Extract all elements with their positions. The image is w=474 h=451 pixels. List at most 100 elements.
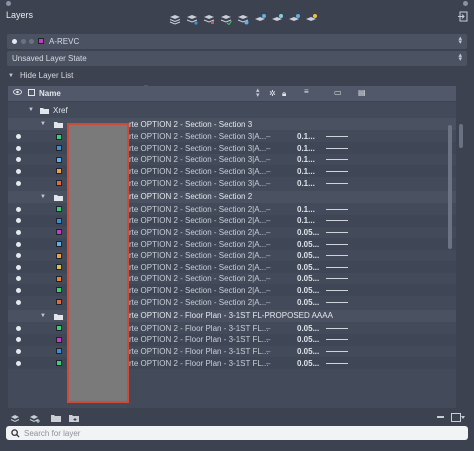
linetype-preview[interactable] [326, 220, 348, 222]
delete-layer-icon[interactable] [202, 12, 215, 25]
freeze-state-dash[interactable]: – [266, 167, 270, 176]
layer-match-icon[interactable] [287, 12, 300, 25]
bulb-on-icon[interactable] [16, 145, 21, 151]
layer-lineweight[interactable]: 0.1... [297, 205, 315, 214]
bulb-on-icon[interactable] [16, 348, 21, 354]
collapse-minus-icon[interactable] [437, 416, 444, 418]
linetype-preview[interactable] [326, 266, 348, 268]
layer-lineweight[interactable]: 0.05... [297, 228, 319, 237]
freeze-state-dash[interactable]: – [266, 347, 270, 356]
bulb-on-icon[interactable] [16, 337, 21, 343]
bulb-on-icon[interactable] [16, 253, 21, 259]
linetype-preview[interactable] [326, 278, 348, 280]
layer-color-swatch[interactable] [56, 336, 62, 343]
layer-lineweight[interactable]: 0.05... [297, 240, 319, 249]
linetype-preview[interactable] [326, 159, 348, 161]
name-column-header[interactable]: Name [39, 89, 61, 98]
bulb-on-icon[interactable] [16, 229, 21, 235]
layer-walk-icon[interactable] [236, 12, 249, 25]
linetype-preview[interactable] [326, 362, 348, 364]
bulb-on-icon[interactable] [16, 276, 21, 282]
layer-color-swatch[interactable] [56, 264, 62, 271]
bulb-on-icon[interactable] [16, 287, 21, 293]
linetype-preview[interactable] [326, 147, 348, 149]
freeze-state-dash[interactable]: – [266, 179, 270, 188]
linetype-preview[interactable] [326, 243, 348, 245]
bulb-on-icon[interactable] [16, 218, 21, 224]
set-current-icon[interactable] [219, 12, 232, 25]
layer-state-select[interactable]: Unsaved Layer State ▴ ▾ [7, 51, 467, 66]
new-layer-icon[interactable] [168, 12, 181, 25]
new-layer-vp-frozen-icon[interactable] [185, 12, 198, 25]
freeze-state-dash[interactable]: – [266, 228, 270, 237]
freeze-state-dash[interactable]: – [266, 359, 270, 368]
layer-lineweight[interactable]: 0.05... [297, 324, 319, 333]
hide-layer-list-toggle[interactable]: ▼ Hide Layer List [8, 71, 73, 80]
freeze-state-dash[interactable]: – [266, 263, 270, 272]
layer-group-filter-icon[interactable] [10, 413, 20, 425]
layer-isolate-icon[interactable] [253, 12, 266, 25]
linetype-preview[interactable] [326, 327, 348, 329]
linetype-preview[interactable] [326, 255, 348, 257]
panel-scrollbar[interactable] [459, 124, 463, 148]
layer-color-swatch[interactable] [56, 348, 62, 355]
panel-menu-icon[interactable] [451, 413, 465, 424]
freeze-column-sun-icon[interactable]: ✲ [269, 89, 276, 98]
linetype-preview[interactable] [326, 231, 348, 233]
bulb-on-icon[interactable] [16, 168, 21, 174]
freeze-state-dash[interactable]: – [266, 286, 270, 295]
list-scrollbar[interactable] [448, 125, 452, 249]
freeze-state-dash[interactable]: – [266, 132, 270, 141]
layer-lineweight[interactable]: 0.1... [297, 132, 315, 141]
layer-lineweight[interactable]: 0.1... [297, 179, 315, 188]
bulb-on-icon[interactable] [16, 325, 21, 331]
bulb-on-icon[interactable] [16, 264, 21, 270]
new-group-filter-icon[interactable] [29, 413, 41, 425]
linetype-preview[interactable] [326, 301, 348, 303]
linetype-column-icon[interactable]: ▭ [334, 88, 342, 97]
linetype-preview[interactable] [326, 136, 348, 138]
new-property-filter-icon[interactable] [51, 413, 61, 425]
color-column-icon[interactable] [28, 89, 35, 96]
layer-color-swatch[interactable] [56, 156, 62, 163]
current-layer-select[interactable]: A-REVC ▴ ▾ [7, 34, 467, 49]
layer-lineweight[interactable]: 0.1... [297, 155, 315, 164]
layer-lineweight[interactable]: 0.1... [297, 167, 315, 176]
layer-lineweight[interactable]: 0.05... [297, 347, 319, 356]
layer-color-swatch[interactable] [56, 168, 62, 175]
freeze-state-dash[interactable]: – [266, 335, 270, 344]
dock-panel-icon[interactable] [458, 11, 469, 22]
layer-color-swatch[interactable] [56, 325, 62, 332]
layer-color-swatch[interactable] [56, 241, 62, 247]
linetype-preview[interactable] [326, 208, 348, 210]
layer-color-swatch[interactable] [56, 133, 62, 140]
linetype-preview[interactable] [326, 182, 348, 184]
bulb-on-icon[interactable] [16, 134, 21, 140]
freeze-state-dash[interactable]: – [266, 274, 270, 283]
layer-unisolate-icon[interactable] [270, 12, 283, 25]
layer-color-swatch[interactable] [56, 145, 62, 152]
layer-lineweight[interactable]: 0.05... [297, 274, 319, 283]
layer-color-swatch[interactable] [56, 180, 62, 186]
layer-lineweight[interactable]: 0.05... [297, 359, 319, 368]
chevron-down-icon[interactable]: ▼ [40, 194, 46, 200]
layer-lineweight[interactable]: 0.1... [297, 216, 315, 225]
plot-column-icon[interactable]: ▤ [358, 88, 366, 97]
layer-color-swatch[interactable] [56, 229, 62, 236]
xref-group-row[interactable]: ▼ Xref [8, 104, 456, 116]
layer-color-swatch[interactable] [56, 217, 62, 224]
freeze-state-dash[interactable]: – [266, 216, 270, 225]
bulb-on-icon[interactable] [16, 180, 21, 186]
layer-lineweight[interactable]: 0.05... [297, 263, 319, 272]
lock-column-icon[interactable]: 🔒︎ [282, 89, 286, 99]
freeze-state-dash[interactable]: – [266, 324, 270, 333]
layer-lineweight[interactable]: 0.05... [297, 251, 319, 260]
linetype-preview[interactable] [326, 289, 348, 291]
freeze-state-dash[interactable]: – [266, 144, 270, 153]
layer-lineweight[interactable]: 0.05... [297, 335, 319, 344]
layer-lineweight[interactable]: 0.05... [297, 286, 319, 295]
chevron-down-icon[interactable]: ▼ [40, 121, 46, 127]
visibility-column-eye-icon[interactable] [13, 88, 22, 98]
layer-color-swatch[interactable] [56, 275, 62, 282]
chevron-down-icon[interactable]: ▼ [28, 107, 34, 113]
